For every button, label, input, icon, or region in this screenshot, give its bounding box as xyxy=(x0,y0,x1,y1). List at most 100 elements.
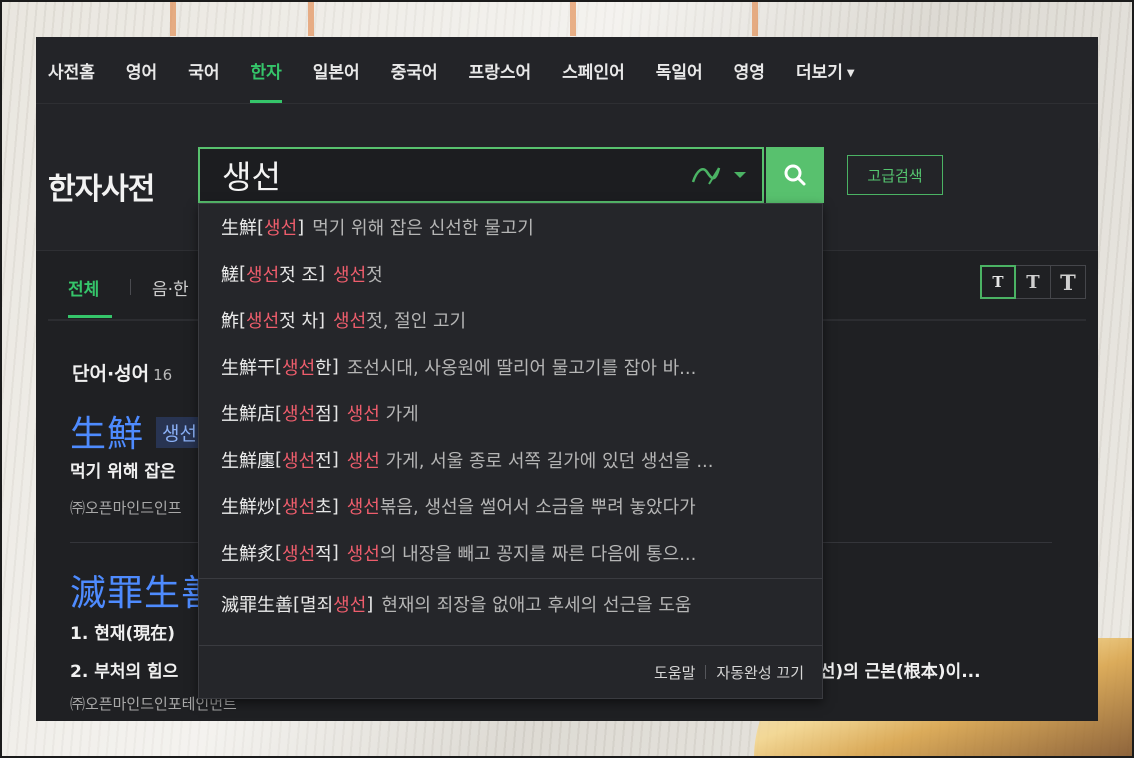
nav-japanese[interactable]: 일본어 xyxy=(313,37,360,103)
background-stripe xyxy=(170,0,176,36)
suggestion-hanja: 生鮮炙 xyxy=(221,543,275,565)
bracket-open: [ xyxy=(239,263,247,285)
meaning-text: 볶음, 생선을 썰어서 소금을 뿌려 놓았다가 xyxy=(379,497,696,519)
meaning-text: 젓, 절인 고기 xyxy=(366,311,467,333)
bracket-open: [ xyxy=(275,356,283,378)
search-box xyxy=(198,147,764,203)
font-size-controls: T T T xyxy=(980,265,1086,299)
suggestion-reading-match: 생선 xyxy=(333,595,367,617)
help-link[interactable]: 도움말 xyxy=(654,662,695,683)
suggestion-item[interactable]: 鮓[생선 젓 차] 생선젓, 절인 고기 xyxy=(199,297,822,344)
caret-down-icon[interactable] xyxy=(728,157,752,193)
autocomplete-dropdown: 生鮮[생선] 먹기 위해 잡은 신선한 물고기 䱹[생선 젓 조] 생선젓 鮓[생선 젓 차… xyxy=(198,203,823,699)
suggestion-hanja: 生鮮廛 xyxy=(221,450,275,472)
bracket-open: [ xyxy=(293,593,301,615)
suggestion-item[interactable]: 䱹[생선 젓 조] 생선젓 xyxy=(199,251,822,298)
suggestion-item[interactable]: 生鮮廛[생선 전] 생선 가게, 서울 종로 서쪽 길가에 있던 생선을 ... xyxy=(199,437,822,484)
suggestion-reading-match: 생선 xyxy=(246,264,280,286)
bracket-close: ] xyxy=(318,263,326,285)
bracket-open: [ xyxy=(257,216,265,238)
suggestion-reading-suffix: 초 xyxy=(315,497,332,519)
bracket-close: ] xyxy=(318,309,326,331)
search-icon xyxy=(784,164,806,186)
suggestion-meaning: 생선볶음, 생선을 썰어서 소금을 뿌려 놓았다가 xyxy=(347,493,696,519)
entry-word-link[interactable]: 滅罪生善 xyxy=(70,564,218,616)
nav-hanja[interactable]: 한자 xyxy=(250,37,283,103)
suggestion-meaning: 생선 가게, 서울 종로 서쪽 길가에 있던 생선을 ... xyxy=(347,447,714,473)
suggestion-meaning: 생선 가게 xyxy=(347,400,419,426)
bracket-close: ] xyxy=(331,542,339,564)
meaning-text: 현재의 죄장을 없애고 후세의 선근을 도움 xyxy=(381,595,692,617)
suggestion-reading-match: 생선 xyxy=(282,497,316,519)
meaning-match: 생선 xyxy=(346,543,380,565)
suggestion-reading-match: 생선 xyxy=(282,357,316,379)
search-button[interactable] xyxy=(766,147,824,203)
suggestion-reading-suffix: 한 xyxy=(315,357,332,379)
suggestion-hanja: 鮓 xyxy=(221,311,239,333)
nav-more-label: 더보기 xyxy=(795,63,843,83)
autocomplete-footer: 도움말 자동완성 끄기 xyxy=(199,645,822,698)
search-input[interactable] xyxy=(200,148,688,202)
section-title: 단어·성어 xyxy=(72,363,150,385)
nav-german[interactable]: 독일어 xyxy=(656,37,703,103)
suggestion-reading-match: 생선 xyxy=(246,311,280,333)
bracket-open: [ xyxy=(275,449,283,471)
suggestion-item[interactable]: 生鮮炒[생선 초] 생선볶음, 생선을 썰어서 소금을 뿌려 놓았다가 xyxy=(199,483,822,530)
nav-korean[interactable]: 국어 xyxy=(188,37,219,103)
entry-definition: 먹기 위해 잡은 xyxy=(70,462,176,482)
meaning-text: 조선시대, 사옹원에 딸리어 물고기를 잡아 바... xyxy=(346,357,697,379)
nav-english[interactable]: 영어 xyxy=(126,37,157,103)
handwriting-icon[interactable] xyxy=(688,157,724,193)
active-tab-underline xyxy=(68,315,112,318)
suggestion-hanja: 滅罪生善 xyxy=(221,595,293,617)
suggestion-reading-prefix: 멸죄 xyxy=(300,595,334,617)
suggestion-reading-match: 생선 xyxy=(282,404,316,426)
bracket-open: [ xyxy=(275,402,283,424)
suggestion-reading-suffix: 전 xyxy=(315,450,332,472)
nav-spanish[interactable]: 스페인어 xyxy=(562,37,625,103)
entry-word-link[interactable]: 生鮮 xyxy=(70,405,144,457)
section-heading: 단어·성어 16 xyxy=(72,359,172,386)
meaning-match: 생선 xyxy=(333,264,367,286)
nav-more[interactable]: 더보기 ▼ xyxy=(796,37,855,103)
suggestion-reading-match: 생선 xyxy=(282,543,316,565)
autocomplete-off-button[interactable]: 자동완성 끄기 xyxy=(716,662,804,683)
font-size-large-button[interactable]: T xyxy=(1050,265,1086,299)
bracket-close: ] xyxy=(331,449,339,471)
suggestion-item[interactable]: 滅罪生善[멸죄 생선] 현재의 죄장을 없애고 후세의 선근을 도움 xyxy=(199,581,822,628)
bracket-close: ] xyxy=(297,216,305,238)
bracket-close: ] xyxy=(366,593,374,615)
suggestion-hanja: 生鮮 xyxy=(221,218,257,240)
entry-reading: 생선 xyxy=(156,417,203,448)
bracket-close: ] xyxy=(331,356,339,378)
suggestion-reading-match: 생선 xyxy=(282,450,316,472)
meaning-text: 먹기 위해 잡은 신선한 물고기 xyxy=(312,218,534,240)
font-size-small-button[interactable]: T xyxy=(980,265,1016,299)
meaning-match: 생선 xyxy=(346,497,380,519)
nav-english-english[interactable]: 영영 xyxy=(734,37,765,103)
suggestion-reading-suffix: 적 xyxy=(315,543,332,565)
entry-definition-tail: (선)의 근본(根本)이... xyxy=(812,662,981,682)
background-stripe xyxy=(308,0,314,36)
meaning-text: 가게 xyxy=(379,404,419,426)
font-size-medium-button[interactable]: T xyxy=(1015,265,1051,299)
tab-sound-meaning[interactable]: 음·한 xyxy=(152,275,189,300)
meaning-text: 젓 xyxy=(366,264,383,286)
suggestion-hanja: 䱹 xyxy=(221,264,239,286)
suggestion-item[interactable]: 生鮮干[생선 한] 조선시대, 사옹원에 딸리어 물고기를 잡아 바... xyxy=(199,344,822,391)
suggestion-item[interactable]: 生鮮[생선] 먹기 위해 잡은 신선한 물고기 xyxy=(199,204,822,251)
suggestion-hanja: 生鮮干 xyxy=(221,357,275,379)
background-stripe xyxy=(570,0,576,36)
footer-divider xyxy=(705,665,707,679)
suggestion-meaning: 생선의 내장을 빼고 꽁지를 짜른 다음에 통으... xyxy=(347,540,697,566)
advanced-search-button[interactable]: 고급검색 xyxy=(847,155,943,195)
suggestion-item[interactable]: 生鮮店[생선 점] 생선 가게 xyxy=(199,390,822,437)
nav-chinese[interactable]: 중국어 xyxy=(391,37,438,103)
tab-all[interactable]: 전체 xyxy=(68,275,99,300)
suggestion-item[interactable]: 生鮮炙[생선 적] 생선의 내장을 빼고 꽁지를 짜른 다음에 통으... xyxy=(199,530,822,577)
nav-french[interactable]: 프랑스어 xyxy=(469,37,532,103)
nav-home[interactable]: 사전홈 xyxy=(48,37,95,103)
meaning-match: 생선 xyxy=(333,311,367,333)
entry-definition: 2. 부처의 힘으 xyxy=(70,662,179,682)
suggestion-meaning: 현재의 죄장을 없애고 후세의 선근을 도움 xyxy=(381,591,691,617)
